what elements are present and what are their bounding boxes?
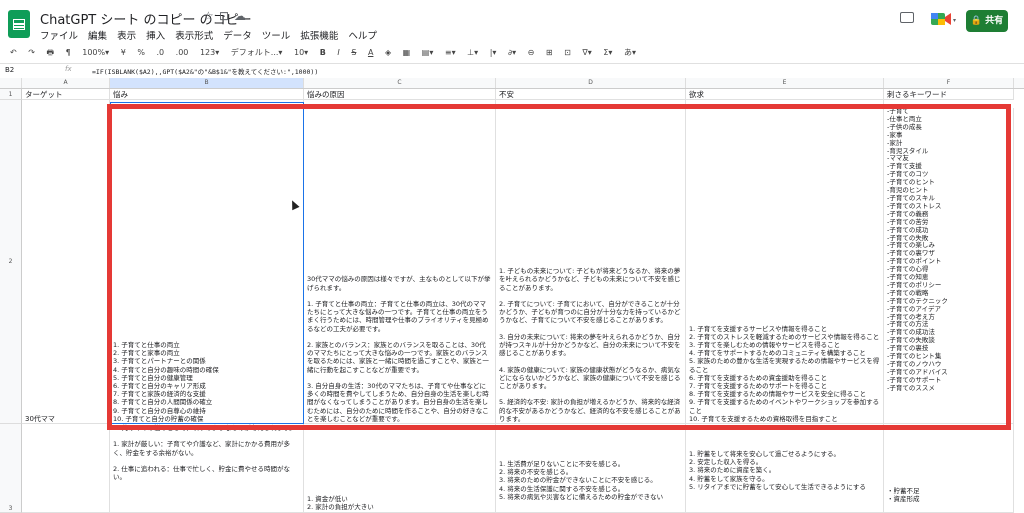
row-header-2[interactable]: 2 xyxy=(0,100,22,424)
header-cell-anxiety[interactable]: 不安 xyxy=(496,89,686,100)
cell-b3[interactable]: 30代のママの悩みとして、以下のようなものが考えられます。 1. 家計が厳しい：… xyxy=(110,424,304,513)
row-header-1[interactable]: 1 xyxy=(0,89,22,100)
header-cell-desires[interactable]: 欲求 xyxy=(686,89,884,100)
column-headers: A B C D E F xyxy=(0,78,1024,89)
merge-cells-icon[interactable]: ▤▾ xyxy=(422,43,434,63)
comment-icon[interactable] xyxy=(900,12,914,23)
undo-icon[interactable]: ↶ xyxy=(10,43,17,63)
percent-button[interactable]: % xyxy=(137,43,145,63)
share-button[interactable]: 🔒 共有 xyxy=(966,10,1008,32)
menu-format[interactable]: 表示形式 xyxy=(175,31,213,42)
horizontal-align-icon[interactable]: ≡▾ xyxy=(445,43,456,63)
cloud-status-icon[interactable]: ☁ xyxy=(234,9,246,23)
strikethrough-button[interactable]: S xyxy=(351,43,356,63)
column-header-b[interactable]: B xyxy=(110,78,304,88)
column-header-a[interactable]: A xyxy=(22,78,110,88)
column-header-d[interactable]: D xyxy=(496,78,686,88)
font-family-select[interactable]: デフォルト...▾ xyxy=(231,43,283,63)
cell-c3[interactable]: 1. 資金が低い 2. 家計の負担が大きい xyxy=(304,424,496,513)
star-icon[interactable]: ☆ xyxy=(203,9,214,23)
text-rotate-icon[interactable]: ∂▾ xyxy=(508,43,516,63)
cell-b2[interactable]: 1. 子育てと仕事の両立 2. 子育てと家事の両立 3. 子育てとパートナーとの… xyxy=(110,100,304,424)
cell-e2[interactable]: 1. 子育てを支援するサービスや情報を得ること 2. 子育てのストレスを軽減する… xyxy=(686,100,884,424)
cell-e3[interactable]: 1. 貯蓄をして将来を安心して過ごせるようにする。 2. 安定した収入を得る。 … xyxy=(686,424,884,513)
cell-a2[interactable]: 30代ママ xyxy=(22,100,110,424)
cell-b2-text: 1. 子育てと仕事の両立 2. 子育てと家事の両立 3. 子育てとパートナーとの… xyxy=(113,340,219,423)
meet-icon[interactable]: ▾ xyxy=(930,10,956,28)
cell-c2-text: 30代ママの悩みの原因は様々ですが、主なものとして以下が挙げられます。 1. 子… xyxy=(307,275,491,423)
toolbar: ↶ ↷ 🖶 ¶ 100%▾ ¥ % .0 .00 123▾ デフォルト...▾ … xyxy=(10,43,1014,63)
redo-icon[interactable]: ↷ xyxy=(28,43,35,63)
currency-button[interactable]: ¥ xyxy=(121,43,126,63)
cell-e3-text: 1. 貯蓄をして将来を安心して過ごせるようにする。 2. 安定した収入を得る。 … xyxy=(689,450,866,491)
number-format-select[interactable]: 123▾ xyxy=(200,43,219,63)
decrease-decimal-button[interactable]: .0 xyxy=(156,43,164,63)
menu-edit[interactable]: 編集 xyxy=(88,31,107,42)
font-size-select[interactable]: 10▾ xyxy=(294,43,308,63)
cell-d3-text: 1. 生活費が足りないことに不安を感じる。 2. 将来の不安を感じる。 3. 将… xyxy=(499,460,664,501)
menu-file[interactable]: ファイル xyxy=(40,31,78,42)
cell-f2-text: -子育て -仕事と両立 -子供の成長 -家事 -家計 -育児スタイル -ママ友 … xyxy=(887,108,948,392)
bold-button[interactable]: B xyxy=(320,43,326,63)
borders-icon[interactable]: ▦ xyxy=(403,43,411,63)
select-all-corner[interactable] xyxy=(0,78,22,88)
increase-decimal-button[interactable]: .00 xyxy=(176,43,189,63)
functions-icon[interactable]: Σ▾ xyxy=(603,43,612,63)
insert-link-icon[interactable]: ⊖ xyxy=(528,43,535,63)
input-tools-icon[interactable]: あ▾ xyxy=(624,43,636,63)
zoom-select[interactable]: 100%▾ xyxy=(82,43,109,63)
formula-input[interactable]: =IF(ISBLANK($A2),,GPT($A2&"の"&B$1&"を教えてく… xyxy=(92,66,318,76)
text-color-button[interactable]: A xyxy=(368,43,373,63)
header-cell-worries[interactable]: 悩み xyxy=(110,89,304,100)
menu-tools[interactable]: ツール xyxy=(262,31,291,42)
menu-view[interactable]: 表示 xyxy=(117,31,136,42)
cell-d2-text: 1. 子どもの未来について: 子どもが将来どうなるか、将来の夢を叶えられるかどう… xyxy=(499,267,681,423)
column-header-e[interactable]: E xyxy=(686,78,884,88)
cell-a3[interactable] xyxy=(22,424,110,513)
print-icon[interactable]: 🖶 xyxy=(47,43,55,63)
header-cell-keywords[interactable]: 刺さるキーワード xyxy=(884,89,1014,100)
menu-bar: ファイル 編集 表示 挿入 表示形式 データ ツール 拡張機能 ヘルプ xyxy=(40,28,384,42)
fx-icon: fx xyxy=(65,65,72,73)
cell-d2[interactable]: 1. 子どもの未来について: 子どもが将来どうなるか、将来の夢を叶えられるかどう… xyxy=(496,100,686,424)
formula-bar: B2 fx =IF(ISBLANK($A2),,GPT($A2&"の"&B$1&… xyxy=(0,63,1024,79)
text-wrap-icon[interactable]: |▾ xyxy=(490,43,497,63)
filter-icon[interactable]: ∇▾ xyxy=(582,43,591,63)
cell-c2[interactable]: 30代ママの悩みの原因は様々ですが、主なものとして以下が挙げられます。 1. 子… xyxy=(304,100,496,424)
cell-a2-text: 30代ママ xyxy=(25,414,55,423)
italic-button[interactable]: I xyxy=(337,43,339,63)
menu-insert[interactable]: 挿入 xyxy=(146,31,165,42)
move-folder-icon[interactable]: ⊡ xyxy=(219,9,229,23)
cell-b3-text: 30代のママの悩みとして、以下のようなものが考えられます。 1. 家計が厳しい：… xyxy=(113,424,296,482)
header-cell-causes[interactable]: 悩みの原因 xyxy=(304,89,496,100)
header-cell-target[interactable]: ターゲット xyxy=(22,89,110,100)
paint-format-icon[interactable]: ¶ xyxy=(66,43,71,63)
sheets-logo-icon[interactable] xyxy=(8,10,30,38)
menu-extensions[interactable]: 拡張機能 xyxy=(300,31,338,42)
cell-c3-text: 1. 資金が低い 2. 家計の負担が大きい xyxy=(307,495,374,512)
name-box[interactable]: B2 xyxy=(5,66,14,74)
insert-chart-icon[interactable]: ⊡ xyxy=(564,43,571,63)
cell-d3[interactable]: 1. 生活費が足りないことに不安を感じる。 2. 将来の不安を感じる。 3. 将… xyxy=(496,424,686,513)
cell-e2-text: 1. 子育てを支援するサービスや情報を得ること 2. 子育てのストレスを軽減する… xyxy=(689,324,880,423)
menu-help[interactable]: ヘルプ xyxy=(348,31,377,42)
row-2-label: 2 xyxy=(8,258,13,265)
row-header-3[interactable]: 3 xyxy=(0,424,22,513)
column-header-c[interactable]: C xyxy=(304,78,496,88)
svg-text:▾: ▾ xyxy=(953,17,956,24)
fill-color-icon[interactable]: ◈ xyxy=(385,43,391,63)
cell-f3[interactable]: ・貯蓄不足 ・資産形成 xyxy=(884,424,1014,513)
menu-data[interactable]: データ xyxy=(223,31,252,42)
row-3-label: 3 xyxy=(8,505,13,512)
insert-comment-icon[interactable]: ⊞ xyxy=(546,43,553,63)
column-header-f[interactable]: F xyxy=(884,78,1014,88)
cell-f3-text: ・貯蓄不足 ・資産形成 xyxy=(887,487,920,504)
vertical-align-icon[interactable]: ⊥▾ xyxy=(467,43,478,63)
cell-f2[interactable]: -子育て -仕事と両立 -子供の成長 -家事 -家計 -育児スタイル -ママ友 … xyxy=(884,108,1014,424)
